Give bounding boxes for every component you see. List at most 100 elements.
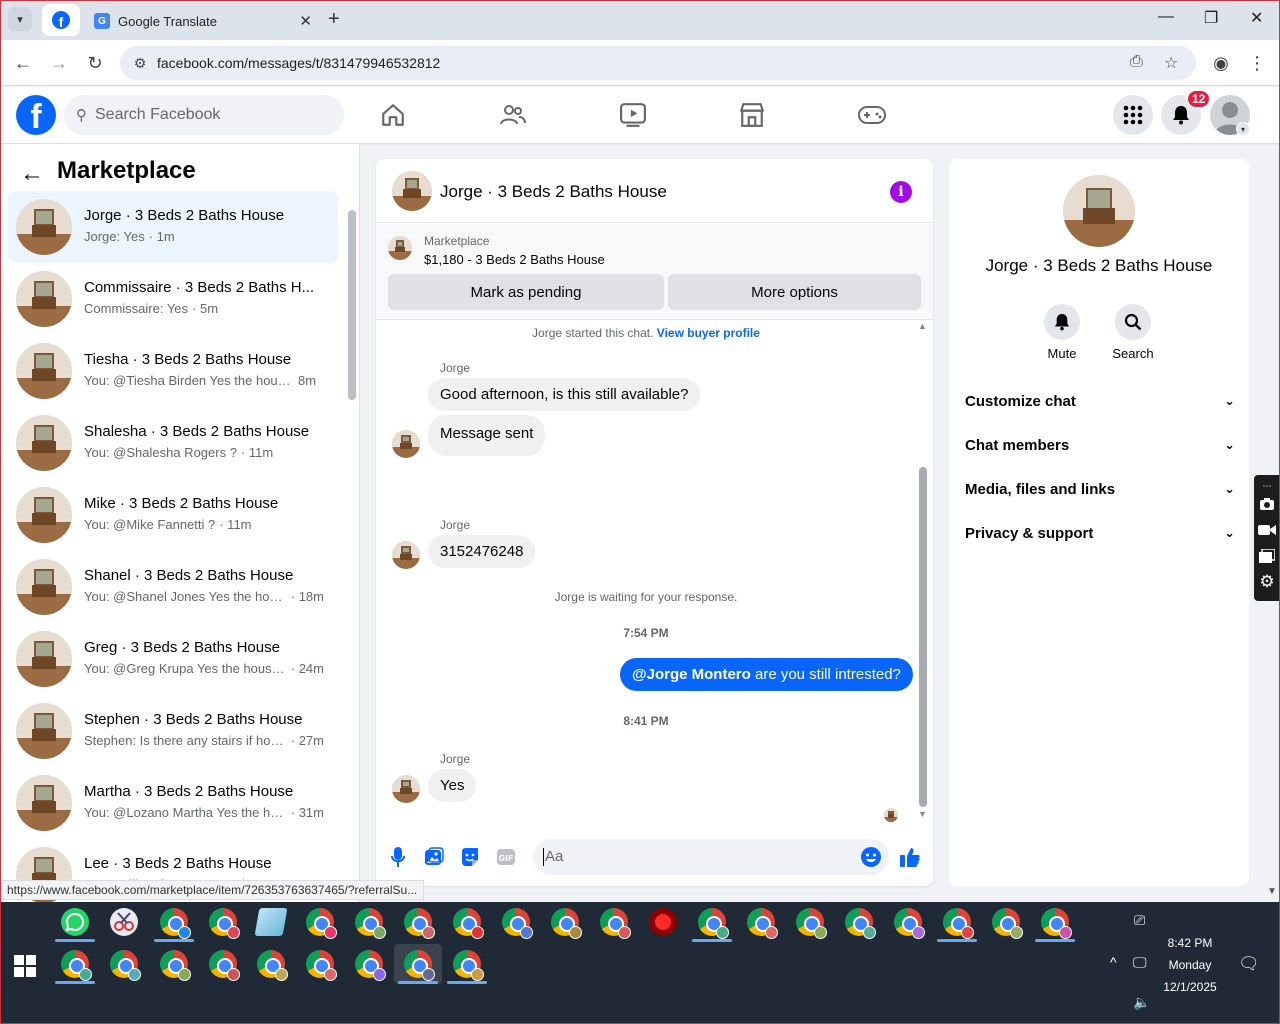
microphone-icon[interactable]: [386, 845, 410, 869]
chrome-profile-icon[interactable]: [453, 950, 484, 981]
system-clock[interactable]: 8:42 PM Monday 12/1/2025: [1152, 932, 1228, 998]
notes-app-icon[interactable]: [254, 908, 288, 936]
message-bubble[interactable]: Yes: [428, 769, 477, 802]
conversation-item[interactable]: Shanel · 3 Beds 2 Baths House You: @Shane…: [8, 551, 338, 623]
listing-thumbnail[interactable]: [388, 236, 412, 260]
chrome-profile-icon[interactable]: [160, 950, 191, 981]
message-bubble[interactable]: 3152476248: [428, 535, 536, 568]
meet-now-icon[interactable]: ⎚: [1134, 912, 1145, 929]
bookmark-star-icon[interactable]: ☆: [1164, 53, 1178, 73]
conversation-item[interactable]: Stephen · 3 Beds 2 Baths House Stephen: I…: [8, 695, 338, 767]
settings-gear-icon[interactable]: ⚙: [1258, 572, 1276, 591]
site-info-icon[interactable]: ⚙: [130, 53, 150, 73]
menu-grid-icon[interactable]: [1113, 95, 1153, 135]
camera-icon[interactable]: [1258, 495, 1276, 513]
conversation-item[interactable]: Tiesha · 3 Beds 2 Baths House You: @Tiesh…: [8, 335, 338, 407]
message-bubble[interactable]: Message sent: [428, 415, 546, 456]
video-icon[interactable]: [613, 97, 653, 133]
profile-icon[interactable]: ◉: [1208, 50, 1234, 76]
snipping-tool-icon[interactable]: [110, 908, 138, 936]
emoji-icon[interactable]: [860, 846, 882, 873]
more-options-button[interactable]: More options: [668, 274, 921, 310]
chrome-profile-icon[interactable]: [943, 908, 974, 939]
notification-center-icon[interactable]: 🗨: [1238, 954, 1260, 974]
sticker-icon[interactable]: [458, 845, 482, 869]
new-tab-button[interactable]: +: [328, 8, 340, 30]
url-text[interactable]: facebook.com/messages/t/831479946532812: [157, 55, 440, 71]
home-icon[interactable]: [373, 97, 413, 133]
details-listing-thumbnail[interactable]: [1063, 175, 1135, 247]
gif-icon[interactable]: GIF: [494, 845, 518, 869]
minimize-button[interactable]: —: [1158, 8, 1174, 26]
search-in-chat-button[interactable]: Search: [1103, 304, 1163, 361]
conversation-item[interactable]: Shalesha · 3 Beds 2 Baths House You: @Sha…: [8, 407, 338, 479]
chrome-profile-icon[interactable]: [845, 908, 876, 939]
tab-search-dropdown[interactable]: ▾: [8, 7, 32, 31]
chrome-profile-icon[interactable]: [110, 950, 141, 981]
network-icon[interactable]: 🖵: [1133, 954, 1147, 971]
tab-facebook[interactable]: f: [42, 4, 80, 36]
mention[interactable]: @Jorge Montero: [632, 666, 751, 683]
chrome-profile-icon[interactable]: [600, 908, 631, 939]
tab-close-button[interactable]: ✕: [299, 12, 312, 30]
outgoing-message-bubble[interactable]: @Jorge Montero are you still intrested?: [620, 658, 913, 691]
chrome-profile-icon[interactable]: [404, 950, 435, 981]
media-files-links-section[interactable]: Media, files and links ⌄: [965, 471, 1235, 507]
chrome-profile-icon[interactable]: [355, 950, 386, 981]
chat-title[interactable]: Jorge · 3 Beds 2 Baths House: [440, 182, 667, 202]
conversation-item[interactable]: Greg · 3 Beds 2 Baths House You: @Greg Kr…: [8, 623, 338, 695]
link-icon[interactable]: ⋯: [1258, 477, 1276, 495]
sender-avatar[interactable]: [392, 430, 420, 458]
chrome-profile-icon[interactable]: [992, 908, 1023, 939]
chrome-profile-icon[interactable]: [404, 908, 435, 939]
chat-members-section[interactable]: Chat members ⌄: [965, 427, 1235, 463]
message-input[interactable]: Aa: [533, 839, 889, 875]
facebook-search-input[interactable]: ⚲ Search Facebook: [64, 95, 344, 135]
close-window-button[interactable]: ✕: [1250, 8, 1263, 28]
address-bar[interactable]: ⚙ facebook.com/messages/t/83147994653281…: [120, 46, 1196, 80]
view-buyer-profile-link[interactable]: View buyer profile: [657, 326, 760, 340]
volume-icon[interactable]: 🔈: [1133, 994, 1150, 1011]
customize-chat-section[interactable]: Customize chat ⌄: [965, 383, 1235, 419]
chat-listing-thumbnail[interactable]: [392, 171, 432, 211]
conversation-item[interactable]: Commissaire · 3 Beds 2 Baths H... Commiss…: [8, 263, 338, 335]
mute-button[interactable]: Mute: [1032, 304, 1092, 361]
screen-recorder-icon[interactable]: [649, 908, 677, 936]
install-app-icon[interactable]: ⎙: [1130, 53, 1143, 71]
reload-icon[interactable]: ↻: [82, 50, 108, 76]
listing-price-title[interactable]: $1,180 - 3 Beds 2 Baths House: [424, 252, 605, 267]
info-icon[interactable]: i: [890, 181, 912, 203]
forward-arrow-icon[interactable]: →: [46, 50, 72, 76]
thumbs-up-icon[interactable]: [898, 845, 922, 869]
privacy-support-section[interactable]: Privacy & support ⌄: [965, 515, 1235, 551]
marketplace-icon[interactable]: [732, 97, 772, 133]
gaming-icon[interactable]: [852, 97, 892, 133]
chrome-profile-icon[interactable]: [61, 950, 92, 981]
chrome-profile-icon[interactable]: [209, 950, 240, 981]
back-arrow-icon[interactable]: ←: [10, 50, 36, 76]
account-chevron-icon[interactable]: ▾: [1236, 122, 1250, 136]
chrome-profile-icon[interactable]: [160, 908, 191, 939]
chrome-profile-icon[interactable]: [1041, 908, 1072, 939]
facebook-logo[interactable]: f: [16, 95, 56, 135]
chrome-profile-icon[interactable]: [306, 908, 337, 939]
scroll-down-arrow-icon[interactable]: ▼: [918, 809, 927, 819]
mark-as-pending-button[interactable]: Mark as pending: [388, 274, 664, 310]
chrome-profile-icon[interactable]: [502, 908, 533, 939]
thread-scrollbar[interactable]: ▲ ▼: [917, 321, 929, 821]
conversation-item[interactable]: Martha · 3 Beds 2 Baths House You: @Lozan…: [8, 767, 338, 839]
chrome-profile-icon[interactable]: [453, 908, 484, 939]
chrome-profile-icon[interactable]: [551, 908, 582, 939]
sender-avatar[interactable]: [392, 775, 420, 803]
chrome-profile-icon[interactable]: [894, 908, 925, 939]
scroll-up-arrow-icon[interactable]: ▲: [918, 321, 927, 331]
chrome-profile-icon[interactable]: [796, 908, 827, 939]
chrome-profile-icon[interactable]: [306, 950, 337, 981]
back-arrow-icon[interactable]: ←: [20, 160, 44, 188]
chrome-profile-icon[interactable]: [698, 908, 729, 939]
friends-icon[interactable]: [493, 97, 533, 133]
inbox-scrollbar[interactable]: [348, 198, 356, 898]
video-camera-icon[interactable]: [1258, 521, 1276, 539]
photo-icon[interactable]: [422, 845, 446, 869]
conversation-item[interactable]: Mike · 3 Beds 2 Baths House You: @Mike Fa…: [8, 479, 338, 551]
